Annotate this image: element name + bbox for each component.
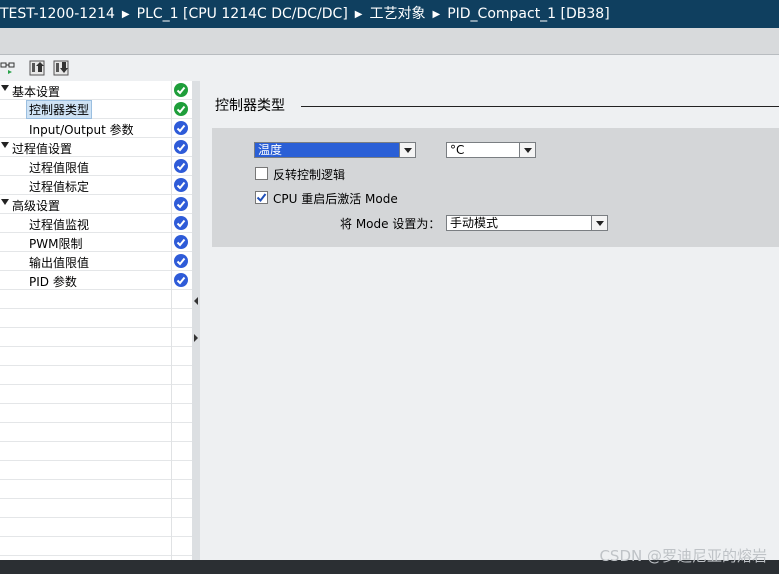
check-info-icon [174,273,188,287]
mode-value: 手动模式 [450,216,499,230]
check-info-icon [174,140,188,154]
tree-item-label: 过程值设置 [12,142,73,156]
tree-item-label: 过程值限值 [29,161,90,175]
check-info-icon [174,178,188,192]
tree-empty-row [0,366,192,385]
tree-empty-row [0,499,192,518]
tree-empty-row [0,518,192,537]
checkmark-icon [256,193,267,203]
tree-item-label: PWM限制 [29,237,83,251]
controller-type-select[interactable]: 温度 [254,142,416,158]
mode-select[interactable]: 手动模式 [446,215,608,231]
settings-panel: 控制器类型 温度 °C 反转控制逻辑 CPU 重启后激活 Mode 将 Mode… [200,81,779,560]
tree-item-process-value-scaling[interactable]: 过程值标定 [0,176,192,195]
check-info-icon [174,121,188,135]
chevron-down-icon[interactable] [519,143,535,157]
download-icon[interactable] [53,60,69,76]
tree-item-pid-parameters[interactable]: PID 参数 [0,271,192,290]
tree-empty-row [0,461,192,480]
check-ok-icon [174,102,188,116]
breadcrumb-separator-icon: ▶ [121,9,130,20]
splitter[interactable] [192,81,200,560]
expand-arrow-icon[interactable] [1,199,9,205]
tree-empty-row [0,404,192,423]
chevron-down-icon[interactable] [399,143,415,157]
tree-item-controller-type[interactable]: 控制器类型 [0,100,192,119]
watermark: CSDN @罗迪尼亚的熔岩 [599,547,767,565]
restart-activate-mode-label: CPU 重启后激活 Mode [273,192,398,206]
tree-item-process-value-monitoring[interactable]: 过程值监视 [0,214,192,233]
tree-empty-row [0,385,192,404]
tree-item-output-value-limits[interactable]: 输出值限值 [0,252,192,271]
tree-item-label: 控制器类型 [26,100,93,119]
controller-type-value: 温度 [258,143,283,157]
tree-empty-row [0,537,192,556]
check-info-icon [174,216,188,230]
tree-item-label: 输出值限值 [29,256,90,270]
invert-control-checkbox[interactable] [255,167,268,180]
collapse-left-icon[interactable] [193,296,199,306]
breadcrumb-separator-icon: ▶ [354,9,363,20]
unit-value: °C [450,143,465,157]
expand-arrow-icon[interactable] [1,85,9,91]
check-ok-icon [174,83,188,97]
tree-empty-row [0,423,192,442]
tree-item-process-value-limits[interactable]: 过程值限值 [0,157,192,176]
chevron-down-icon[interactable] [591,216,607,230]
section-title: 控制器类型 [215,98,285,114]
tree-item-label: 基本设置 [12,85,61,99]
tree-item-advanced-settings[interactable]: 高级设置 [0,195,192,214]
tree-item-pwm-limits[interactable]: PWM限制 [0,233,192,252]
tree-empty-row [0,347,192,366]
toolbar [0,55,779,81]
tree-empty-row [0,328,192,347]
editor-tab-strip [0,28,779,55]
tree-empty-row [0,442,192,461]
tree-empty-row [0,480,192,499]
tree-item-label: Input/Output 参数 [29,123,134,137]
breadcrumb-separator-icon: ▶ [432,9,441,20]
tree-item-label: 高级设置 [12,199,61,213]
breadcrumb-plc[interactable]: PLC_1 [CPU 1214C DC/DC/DC] [137,6,348,22]
breadcrumb-technology-objects[interactable]: 工艺对象 [370,6,426,22]
tree-item-basic-settings[interactable]: 基本设置 [0,81,192,100]
breadcrumb-project[interactable]: TEST-1200-1214 [0,6,115,22]
section-divider [301,106,779,107]
expand-arrow-icon[interactable] [1,142,9,148]
upload-icon[interactable] [29,60,45,76]
tree-item-input-output[interactable]: Input/Output 参数 [0,119,192,138]
parameter-tree: 基本设置 控制器类型 Input/Output 参数 过程值设置 过程值限值 过… [0,81,193,560]
invert-control-label: 反转控制逻辑 [273,168,346,182]
breadcrumb-bar: TEST-1200-1214 ▶ PLC_1 [CPU 1214C DC/DC/DC… [0,0,779,28]
unit-select[interactable]: °C [446,142,536,158]
tree-item-label: 过程值监视 [29,218,90,232]
expand-right-icon[interactable] [193,333,199,343]
restart-activate-mode-checkbox[interactable] [255,191,268,204]
tree-item-process-value-settings[interactable]: 过程值设置 [0,138,192,157]
tree-item-label: 过程值标定 [29,180,90,194]
tree-status-column-divider [171,81,172,560]
check-info-icon [174,235,188,249]
tree-empty-row [0,309,192,328]
tree-item-label: PID 参数 [29,275,77,289]
check-info-icon [174,254,188,268]
tree-empty-row [0,290,192,309]
network-view-icon[interactable] [0,60,16,76]
mode-setting-label: 将 Mode 设置为： [340,217,441,231]
breadcrumb-pid-compact[interactable]: PID_Compact_1 [DB38] [447,6,609,22]
check-info-icon [174,159,188,173]
controller-type-group: 温度 °C 反转控制逻辑 CPU 重启后激活 Mode 将 Mode 设置为： … [212,128,779,247]
check-info-icon [174,197,188,211]
